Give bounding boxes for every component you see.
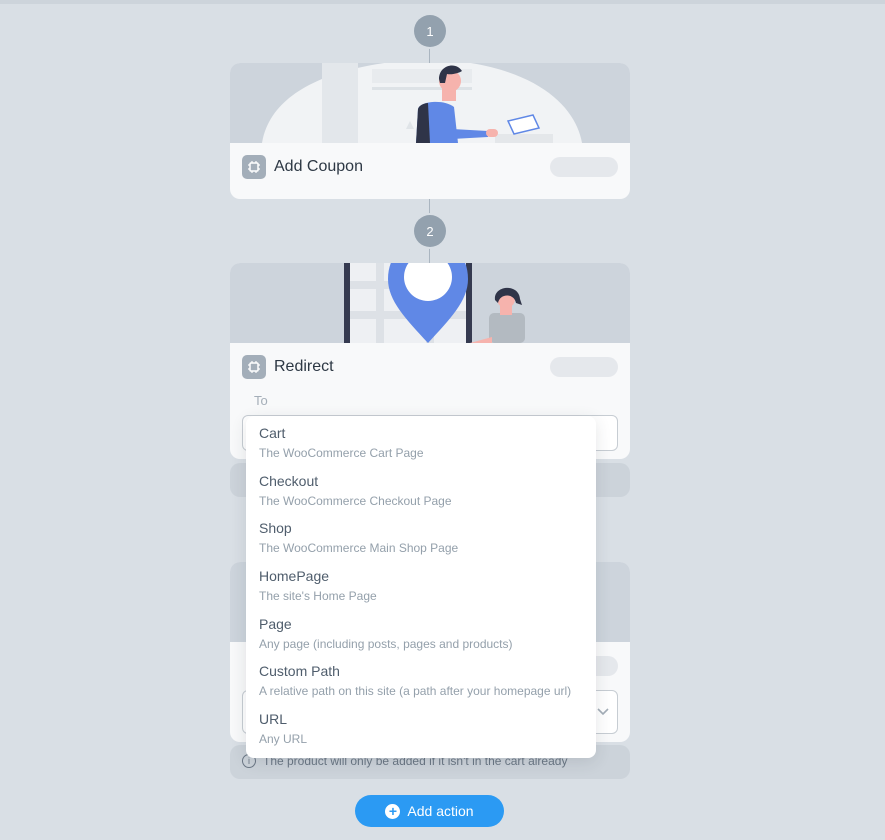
option-title: Page bbox=[259, 615, 292, 632]
chip-icon bbox=[242, 355, 266, 379]
plus-circle-icon: + bbox=[385, 803, 401, 819]
option-title: Checkout bbox=[259, 472, 319, 489]
dropdown-option-cart[interactable]: Cart The WooCommerce Cart Page bbox=[246, 424, 596, 472]
step-number-badge: 1 bbox=[414, 15, 446, 47]
redirect-to-label: To bbox=[254, 393, 268, 408]
top-bar bbox=[0, 0, 885, 4]
card-header: Add Coupon bbox=[242, 155, 363, 179]
coupon-illustration bbox=[230, 63, 630, 143]
chevron-down-icon bbox=[597, 708, 609, 716]
chip-icon bbox=[242, 155, 266, 179]
option-description: Any URL bbox=[259, 732, 308, 747]
status-pill bbox=[550, 157, 618, 177]
dropdown-option-homepage[interactable]: HomePage The site's Home Page bbox=[246, 567, 596, 615]
dropdown-option-url[interactable]: URL Any URL bbox=[246, 710, 596, 758]
dropdown-option-shop[interactable]: Shop The WooCommerce Main Shop Page bbox=[246, 519, 596, 567]
option-description: The site's Home Page bbox=[259, 589, 377, 604]
step-title: Redirect bbox=[274, 358, 334, 375]
redirect-illustration bbox=[230, 263, 630, 343]
status-pill bbox=[550, 357, 618, 377]
option-description: Any page (including posts, pages and pro… bbox=[259, 636, 513, 651]
add-action-button[interactable]: + Add action bbox=[355, 795, 504, 827]
option-description: The WooCommerce Cart Page bbox=[259, 446, 424, 460]
option-title: Cart bbox=[259, 425, 286, 441]
step-number-badge: 2 bbox=[414, 215, 446, 247]
option-title: URL bbox=[259, 711, 288, 728]
dropdown-option-page[interactable]: Page Any page (including posts, pages an… bbox=[246, 615, 596, 663]
add-action-label: Add action bbox=[407, 803, 474, 819]
option-title: Shop bbox=[259, 520, 292, 537]
action-card-add-coupon[interactable]: Add Coupon bbox=[230, 63, 630, 199]
dropdown-option-checkout[interactable]: Checkout The WooCommerce Checkout Page bbox=[246, 472, 596, 520]
option-title: HomePage bbox=[259, 568, 330, 585]
option-description: The WooCommerce Checkout Page bbox=[259, 493, 452, 508]
dropdown-option-custom-path[interactable]: Custom Path A relative path on this site… bbox=[246, 662, 596, 710]
option-title: Custom Path bbox=[259, 663, 340, 680]
option-description: The WooCommerce Main Shop Page bbox=[259, 541, 459, 556]
option-description: A relative path on this site (a path aft… bbox=[259, 684, 572, 699]
redirect-options-dropdown: Cart The WooCommerce Cart Page Checkout … bbox=[246, 416, 596, 758]
card-header: Redirect bbox=[242, 355, 334, 379]
step-title: Add Coupon bbox=[274, 158, 363, 175]
